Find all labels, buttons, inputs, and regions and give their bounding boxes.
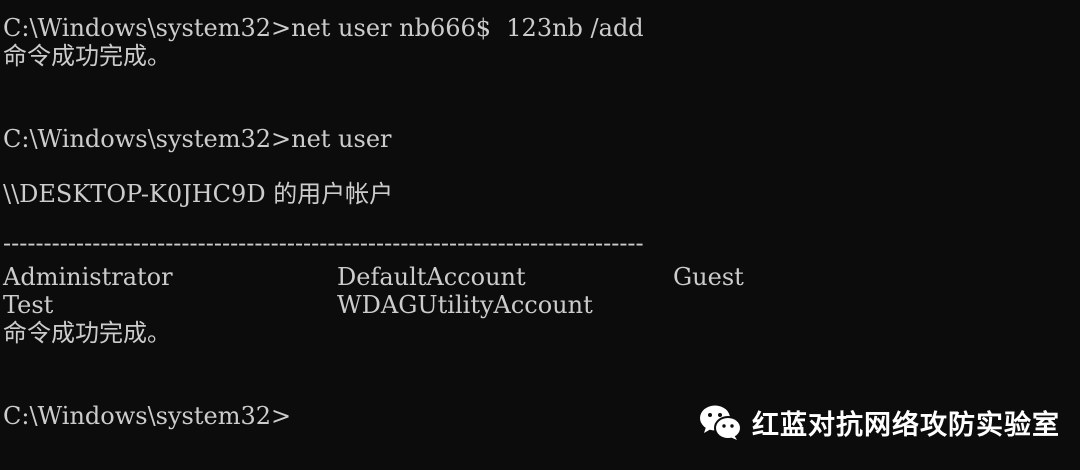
command-success-message: 命令成功完成。 bbox=[3, 42, 171, 70]
watermark-text: 红蓝对抗网络攻防实验室 bbox=[752, 409, 1060, 441]
account-name: Guest bbox=[673, 263, 744, 291]
command-success-message: 命令成功完成。 bbox=[3, 319, 171, 347]
account-name: WDAGUtilityAccount bbox=[337, 291, 593, 319]
user-accounts-header: \\DESKTOP-K0JHC9D 的用户帐户 bbox=[3, 180, 394, 208]
separator-line: ----------------------------------------… bbox=[3, 229, 644, 257]
command-line-net-user: C:\Windows\system32>net user bbox=[3, 125, 392, 153]
account-name: DefaultAccount bbox=[337, 263, 526, 291]
wechat-icon bbox=[700, 405, 742, 440]
account-row: Administrator DefaultAccount Guest bbox=[0, 263, 1080, 291]
command-line-net-user-add: C:\Windows\system32>net user nb666$ 123n… bbox=[3, 14, 644, 42]
command-prompt[interactable]: C:\Windows\system32> bbox=[3, 402, 291, 430]
account-name: Administrator bbox=[3, 263, 173, 291]
account-name: Test bbox=[3, 291, 54, 319]
watermark: 红蓝对抗网络攻防实验室 bbox=[698, 398, 1060, 446]
account-row: Test WDAGUtilityAccount bbox=[0, 291, 1080, 319]
